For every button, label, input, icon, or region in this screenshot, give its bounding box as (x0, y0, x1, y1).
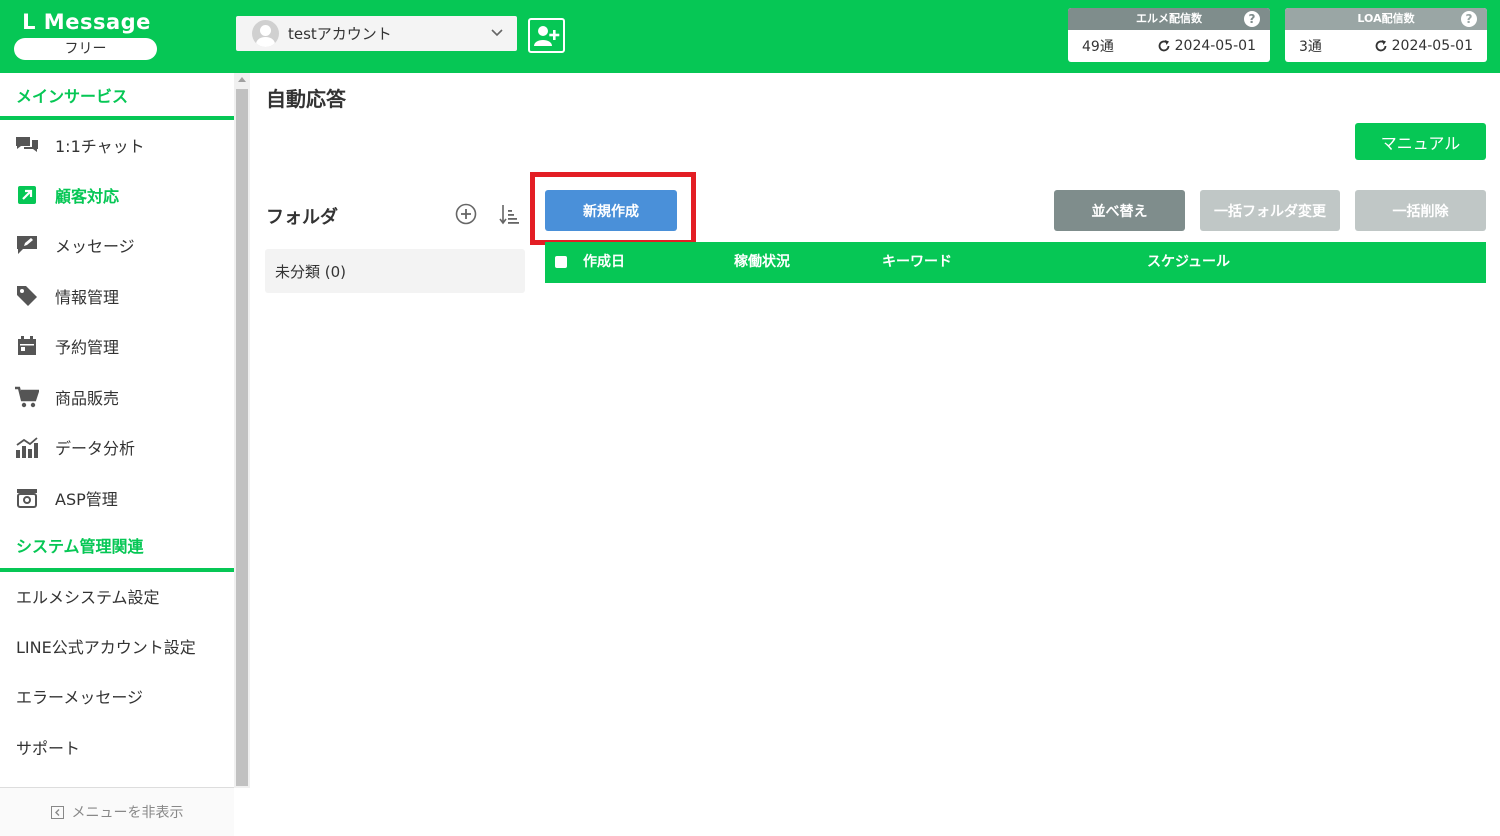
hide-menu-button[interactable]: メニューを非表示 (0, 787, 234, 836)
sidebar-item-support[interactable]: サポート (0, 722, 234, 772)
column-keyword[interactable]: キーワード (882, 242, 952, 283)
scrollbar-thumb[interactable] (236, 89, 248, 786)
calendar-icon (18, 336, 36, 355)
column-created-date[interactable]: 作成日 (583, 242, 625, 283)
plan-badge: フリー (14, 38, 157, 60)
avatar (252, 20, 279, 47)
sidebar-item-label: 1:1チャット (55, 137, 145, 156)
elme-stats-count: 49通 (1082, 39, 1114, 55)
collapse-icon (50, 805, 64, 819)
manual-button[interactable]: マニュアル (1355, 123, 1486, 160)
column-status[interactable]: 稼働状況 (734, 242, 790, 283)
sidebar-item-chat[interactable]: 1:1チャット (0, 120, 234, 170)
sidebar-item-label: LINE公式アカウント設定 (16, 638, 196, 657)
add-user-button[interactable] (528, 18, 565, 53)
sort-button[interactable]: 並べ替え (1054, 190, 1185, 231)
account-selector[interactable]: testアカウント (236, 16, 517, 51)
section-title-main: メインサービス (0, 83, 234, 120)
sidebar-item-line-settings[interactable]: LINE公式アカウント設定 (0, 621, 234, 671)
sidebar-item-customer[interactable]: 顧客対応 (0, 170, 234, 220)
add-user-icon (533, 25, 559, 46)
sidebar-item-label: 情報管理 (55, 288, 120, 307)
loa-stats-card: LOA配信数 ? 3通 2024-05-01 (1285, 8, 1487, 62)
table-header: 作成日 稼働状況 キーワード スケジュール (545, 242, 1486, 283)
scroll-up-icon[interactable] (238, 77, 246, 82)
loa-stats-date: 2024-05-01 (1391, 38, 1473, 54)
cart-icon (15, 386, 39, 408)
help-icon[interactable]: ? (1461, 11, 1477, 27)
asp-icon (17, 489, 37, 508)
sidebar: メインサービス 1:1チャット 顧客対応 メッセージ 情報管理 予約管理 商品販… (0, 73, 250, 836)
column-schedule[interactable]: スケジュール (1147, 242, 1230, 283)
sidebar-item-error-message[interactable]: エラーメッセージ (0, 671, 234, 721)
highlight-box (530, 172, 696, 245)
bulk-delete-button[interactable]: 一括削除 (1355, 190, 1486, 231)
select-all-checkbox[interactable] (555, 256, 567, 268)
bulk-folder-change-button[interactable]: 一括フォルダ変更 (1200, 190, 1340, 231)
sidebar-item-products[interactable]: 商品販売 (0, 372, 234, 422)
sidebar-item-reservation[interactable]: 予約管理 (0, 321, 234, 371)
chart-icon (16, 437, 38, 458)
top-header: L Message フリー testアカウント エルメ配信数 ? 49通 202… (0, 0, 1500, 73)
sidebar-item-label: データ分析 (55, 439, 136, 458)
elme-stats-title: エルメ配信数 (1136, 12, 1202, 25)
sidebar-item-label: エルメシステム設定 (16, 588, 160, 607)
sidebar-item-label: 顧客対応 (55, 187, 120, 206)
refresh-icon[interactable] (1157, 39, 1171, 53)
page-title: 自動応答 (266, 87, 346, 111)
arrow-box-icon (18, 186, 36, 204)
sidebar-item-label: サポート (16, 739, 81, 758)
add-folder-icon[interactable] (455, 203, 477, 225)
sidebar-item-label: ASP管理 (55, 490, 118, 509)
logo[interactable]: L Message フリー (14, 8, 159, 60)
sidebar-item-elme-settings[interactable]: エルメシステム設定 (0, 571, 234, 621)
sidebar-item-asp[interactable]: ASP管理 (0, 473, 234, 523)
sidebar-item-info[interactable]: 情報管理 (0, 271, 234, 321)
sidebar-item-label: 予約管理 (55, 338, 120, 357)
folder-item-uncategorized[interactable]: 未分類 (0) (265, 249, 525, 293)
loa-stats-count: 3通 (1299, 39, 1322, 55)
folder-title: フォルダ (266, 207, 338, 228)
sidebar-item-analytics[interactable]: データ分析 (0, 422, 234, 472)
hide-menu-label: メニューを非表示 (71, 805, 184, 821)
elme-stats-date: 2024-05-01 (1174, 38, 1256, 54)
sort-folder-icon[interactable] (498, 203, 520, 225)
section-title-system: システム管理関連 (0, 533, 234, 572)
chat-icon (16, 137, 38, 152)
sidebar-item-message[interactable]: メッセージ (0, 220, 234, 270)
message-edit-icon (17, 236, 37, 254)
tag-icon (17, 286, 37, 306)
refresh-icon[interactable] (1374, 39, 1388, 53)
sidebar-item-label: メッセージ (55, 237, 135, 256)
logo-title: L Message (22, 10, 151, 34)
sidebar-item-label: 商品販売 (55, 389, 120, 408)
help-icon[interactable]: ? (1244, 11, 1260, 27)
loa-stats-title: LOA配信数 (1357, 12, 1415, 25)
chevron-down-icon (491, 29, 503, 37)
account-name: testアカウント (288, 25, 392, 43)
sidebar-item-label: エラーメッセージ (16, 688, 144, 707)
sidebar-scrollbar[interactable] (234, 73, 250, 788)
elme-stats-card: エルメ配信数 ? 49通 2024-05-01 (1068, 8, 1270, 62)
